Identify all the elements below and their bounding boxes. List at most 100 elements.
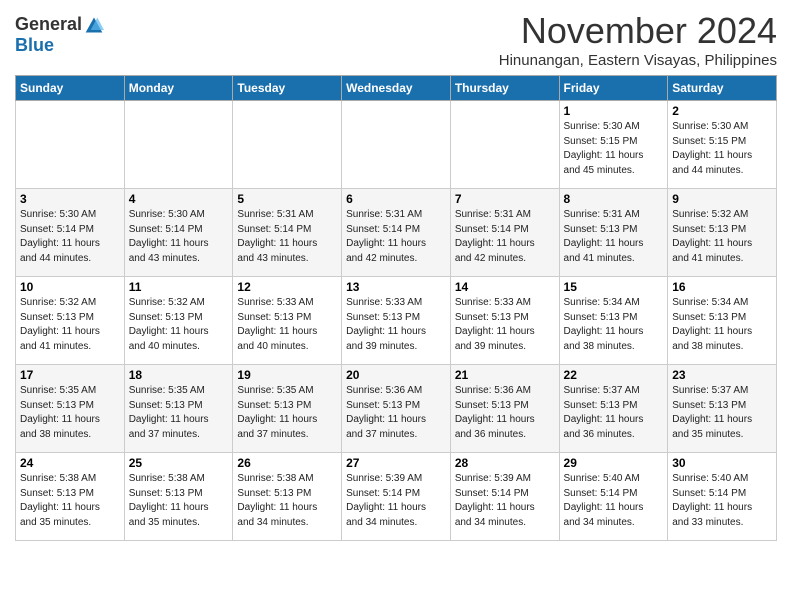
calendar-cell: 7 Sunrise: 5:31 AM Sunset: 5:14 PM Daylig… <box>450 189 559 277</box>
day-info: Sunrise: 5:40 AM Sunset: 5:14 PM Dayligh… <box>564 472 664 530</box>
day-info: Sunrise: 5:38 AM Sunset: 5:13 PM Dayligh… <box>129 472 229 530</box>
day-info: Sunrise: 5:40 AM Sunset: 5:14 PM Dayligh… <box>672 472 772 530</box>
week-row-1: 1 Sunrise: 5:30 AM Sunset: 5:15 PM Daylig… <box>16 101 777 189</box>
day-number: 23 <box>672 368 772 382</box>
day-number: 27 <box>346 456 446 470</box>
day-info: Sunrise: 5:34 AM Sunset: 5:13 PM Dayligh… <box>672 296 772 354</box>
day-info: Sunrise: 5:31 AM Sunset: 5:13 PM Dayligh… <box>564 208 664 266</box>
logo-blue-text: Blue <box>15 35 54 56</box>
day-number: 25 <box>129 456 229 470</box>
day-number: 28 <box>455 456 555 470</box>
day-info: Sunrise: 5:38 AM Sunset: 5:13 PM Dayligh… <box>20 472 120 530</box>
month-title: November 2024 <box>499 10 777 52</box>
day-number: 2 <box>672 104 772 118</box>
calendar-cell: 14 Sunrise: 5:33 AM Sunset: 5:13 PM Dayli… <box>450 277 559 365</box>
day-number: 30 <box>672 456 772 470</box>
day-info: Sunrise: 5:34 AM Sunset: 5:13 PM Dayligh… <box>564 296 664 354</box>
calendar-cell: 27 Sunrise: 5:39 AM Sunset: 5:14 PM Dayli… <box>342 453 451 541</box>
day-info: Sunrise: 5:33 AM Sunset: 5:13 PM Dayligh… <box>237 296 337 354</box>
calendar-cell <box>233 101 342 189</box>
day-info: Sunrise: 5:33 AM Sunset: 5:13 PM Dayligh… <box>346 296 446 354</box>
location: Hinunangan, Eastern Visayas, Philippines <box>499 52 777 69</box>
calendar-cell: 10Sunrise: 5:32 AM Sunset: 5:13 PM Dayli… <box>16 277 125 365</box>
calendar-cell: 9 Sunrise: 5:32 AM Sunset: 5:13 PM Daylig… <box>668 189 777 277</box>
day-info: Sunrise: 5:32 AM Sunset: 5:13 PM Dayligh… <box>20 296 120 354</box>
day-info: Sunrise: 5:36 AM Sunset: 5:13 PM Dayligh… <box>346 384 446 442</box>
day-number: 9 <box>672 192 772 206</box>
calendar-table: SundayMondayTuesdayWednesdayThursdayFrid… <box>15 75 777 541</box>
calendar-cell: 21Sunrise: 5:36 AM Sunset: 5:13 PM Dayli… <box>450 365 559 453</box>
day-info: Sunrise: 5:30 AM Sunset: 5:15 PM Dayligh… <box>564 120 664 178</box>
calendar-cell: 30 Sunrise: 5:40 AM Sunset: 5:14 PM Dayli… <box>668 453 777 541</box>
calendar-cell: 28 Sunrise: 5:39 AM Sunset: 5:14 PM Dayli… <box>450 453 559 541</box>
weekday-header-sunday: Sunday <box>16 76 125 101</box>
calendar-cell: 2Sunrise: 5:30 AM Sunset: 5:15 PM Daylig… <box>668 101 777 189</box>
day-number: 15 <box>564 280 664 294</box>
calendar-cell: 11Sunrise: 5:32 AM Sunset: 5:13 PM Dayli… <box>124 277 233 365</box>
calendar-cell: 25 Sunrise: 5:38 AM Sunset: 5:13 PM Dayli… <box>124 453 233 541</box>
day-info: Sunrise: 5:31 AM Sunset: 5:14 PM Dayligh… <box>237 208 337 266</box>
calendar-cell: 16 Sunrise: 5:34 AM Sunset: 5:13 PM Dayli… <box>668 277 777 365</box>
calendar-cell: 12 Sunrise: 5:33 AM Sunset: 5:13 PM Dayli… <box>233 277 342 365</box>
day-info: Sunrise: 5:35 AM Sunset: 5:13 PM Dayligh… <box>129 384 229 442</box>
day-number: 5 <box>237 192 337 206</box>
calendar-cell: 17Sunrise: 5:35 AM Sunset: 5:13 PM Dayli… <box>16 365 125 453</box>
day-info: Sunrise: 5:35 AM Sunset: 5:13 PM Dayligh… <box>237 384 337 442</box>
day-info: Sunrise: 5:38 AM Sunset: 5:13 PM Dayligh… <box>237 472 337 530</box>
calendar-cell: 4Sunrise: 5:30 AM Sunset: 5:14 PM Daylig… <box>124 189 233 277</box>
calendar-cell: 15 Sunrise: 5:34 AM Sunset: 5:13 PM Dayli… <box>559 277 668 365</box>
calendar-cell: 5 Sunrise: 5:31 AM Sunset: 5:14 PM Daylig… <box>233 189 342 277</box>
calendar-cell: 24 Sunrise: 5:38 AM Sunset: 5:13 PM Dayli… <box>16 453 125 541</box>
weekday-header-thursday: Thursday <box>450 76 559 101</box>
calendar-cell: 22 Sunrise: 5:37 AM Sunset: 5:13 PM Dayli… <box>559 365 668 453</box>
logo: General Blue <box>15 14 104 56</box>
day-info: Sunrise: 5:39 AM Sunset: 5:14 PM Dayligh… <box>455 472 555 530</box>
calendar-cell: 26 Sunrise: 5:38 AM Sunset: 5:13 PM Dayli… <box>233 453 342 541</box>
calendar-cell <box>16 101 125 189</box>
weekday-header-wednesday: Wednesday <box>342 76 451 101</box>
title-block: November 2024 Hinunangan, Eastern Visaya… <box>499 10 777 69</box>
calendar-cell: 3Sunrise: 5:30 AM Sunset: 5:14 PM Daylig… <box>16 189 125 277</box>
logo-icon <box>84 15 104 35</box>
calendar-cell: 6Sunrise: 5:31 AM Sunset: 5:14 PM Daylig… <box>342 189 451 277</box>
week-row-2: 3Sunrise: 5:30 AM Sunset: 5:14 PM Daylig… <box>16 189 777 277</box>
day-number: 14 <box>455 280 555 294</box>
day-info: Sunrise: 5:31 AM Sunset: 5:14 PM Dayligh… <box>455 208 555 266</box>
day-info: Sunrise: 5:32 AM Sunset: 5:13 PM Dayligh… <box>129 296 229 354</box>
calendar-cell: 19 Sunrise: 5:35 AM Sunset: 5:13 PM Dayli… <box>233 365 342 453</box>
day-number: 4 <box>129 192 229 206</box>
day-info: Sunrise: 5:33 AM Sunset: 5:13 PM Dayligh… <box>455 296 555 354</box>
calendar-cell: 23 Sunrise: 5:37 AM Sunset: 5:13 PM Dayli… <box>668 365 777 453</box>
weekday-header-tuesday: Tuesday <box>233 76 342 101</box>
day-number: 24 <box>20 456 120 470</box>
logo-general-text: General <box>15 14 82 35</box>
day-number: 12 <box>237 280 337 294</box>
week-row-4: 17 Sunrise: 5:35 AM Sunset: 5:13 PM Dayli… <box>16 365 777 453</box>
calendar-cell: 1 Sunrise: 5:30 AM Sunset: 5:15 PM Daylig… <box>559 101 668 189</box>
day-info: Sunrise: 5:37 AM Sunset: 5:13 PM Dayligh… <box>672 384 772 442</box>
day-number: 1 <box>564 104 664 118</box>
day-info: Sunrise: 5:30 AM Sunset: 5:14 PM Dayligh… <box>20 208 120 266</box>
day-number: 22 <box>564 368 664 382</box>
day-info: Sunrise: 5:32 AM Sunset: 5:13 PM Dayligh… <box>672 208 772 266</box>
calendar-cell: 8 Sunrise: 5:31 AM Sunset: 5:13 PM Daylig… <box>559 189 668 277</box>
day-number: 17 <box>20 368 120 382</box>
day-info: Sunrise: 5:31 AM Sunset: 5:14 PM Dayligh… <box>346 208 446 266</box>
weekday-header-friday: Friday <box>559 76 668 101</box>
calendar-cell: 20 Sunrise: 5:36 AM Sunset: 5:13 PM Dayli… <box>342 365 451 453</box>
day-number: 13 <box>346 280 446 294</box>
day-number: 8 <box>564 192 664 206</box>
day-number: 19 <box>237 368 337 382</box>
calendar-cell <box>450 101 559 189</box>
calendar-cell: 29Sunrise: 5:40 AM Sunset: 5:14 PM Dayli… <box>559 453 668 541</box>
day-info: Sunrise: 5:37 AM Sunset: 5:13 PM Dayligh… <box>564 384 664 442</box>
day-number: 20 <box>346 368 446 382</box>
day-info: Sunrise: 5:39 AM Sunset: 5:14 PM Dayligh… <box>346 472 446 530</box>
page-header: General Blue November 2024 Hinunangan, E… <box>15 10 777 69</box>
day-number: 26 <box>237 456 337 470</box>
weekday-header-saturday: Saturday <box>668 76 777 101</box>
day-number: 18 <box>129 368 229 382</box>
day-number: 16 <box>672 280 772 294</box>
calendar-cell <box>342 101 451 189</box>
day-number: 7 <box>455 192 555 206</box>
